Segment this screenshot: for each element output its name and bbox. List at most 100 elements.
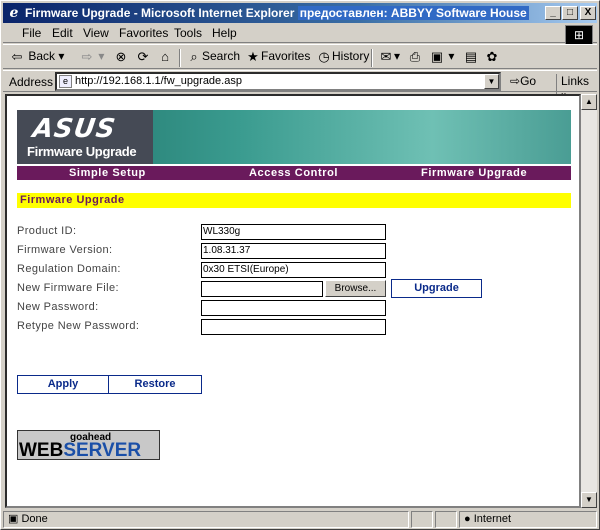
menu-view[interactable]: View xyxy=(83,26,109,40)
go-button[interactable]: ⇨Go xyxy=(510,74,536,88)
regulation-domain-field[interactable]: 0x30 ETSI(Europe) xyxy=(201,262,386,278)
globe-icon: ● xyxy=(464,513,471,525)
print-icon: ⎙ xyxy=(409,49,421,64)
home-button[interactable]: ⌂ xyxy=(157,49,173,65)
status-cell-2 xyxy=(411,511,433,528)
restore-button[interactable]: Restore xyxy=(108,375,202,394)
messenger-icon: ✿ xyxy=(486,49,498,64)
status-bar: ▣ Done ● Internet xyxy=(3,510,597,529)
refresh-icon: ⟳ xyxy=(137,49,149,64)
back-arrow-icon: ⇦ xyxy=(11,49,23,64)
menu-help[interactable]: Help xyxy=(212,26,237,40)
print-button[interactable]: ⎙ xyxy=(407,49,423,65)
forward-arrow-icon: ⇨ xyxy=(81,49,93,64)
favorites-button[interactable]: ★ Favorites xyxy=(245,49,310,65)
page-icon: e xyxy=(59,75,72,88)
webserver-text: WEBSERVER xyxy=(19,440,142,460)
address-bar: Address e http://192.168.1.1/fw_upgrade.… xyxy=(3,70,597,102)
messenger-button[interactable]: ✿ xyxy=(484,49,500,65)
back-button[interactable]: ⇦ Back ▾ xyxy=(9,49,65,65)
window-title-prefix: Firmware Upgrade - Microsoft Internet Ex… xyxy=(25,6,298,20)
browser-window: e Firmware Upgrade - Microsoft Internet … xyxy=(0,0,600,530)
logo-subtitle: Firmware Upgrade xyxy=(27,144,137,159)
product-id-field[interactable]: WL330g xyxy=(201,224,386,240)
history-label: History xyxy=(332,49,370,64)
goahead-webserver-logo: goahead WEBSERVER xyxy=(17,430,160,460)
edit-button[interactable]: ▣ ▾ xyxy=(429,49,455,65)
page-done-icon: ▣ xyxy=(8,513,19,525)
upgrade-button[interactable]: Upgrade xyxy=(391,279,482,298)
menu-tools[interactable]: Tools xyxy=(174,26,202,40)
ie-icon: e xyxy=(9,5,19,21)
chevron-down-icon[interactable]: ▼ xyxy=(484,74,499,89)
home-icon: ⌂ xyxy=(161,49,169,64)
new-firmware-file-label: New Firmware File: xyxy=(17,282,119,294)
stop-icon: ⊗ xyxy=(115,49,127,64)
close-button[interactable]: X xyxy=(580,6,596,20)
web-text: WEB xyxy=(19,440,64,460)
logo-brand: ASUS xyxy=(30,114,118,144)
address-input[interactable]: e http://192.168.1.1/fw_upgrade.asp ▼ xyxy=(55,72,501,91)
links-label: Links xyxy=(561,74,590,88)
retype-password-label: Retype New Password: xyxy=(17,320,140,332)
refresh-button[interactable]: ⟳ xyxy=(135,49,151,65)
menu-edit[interactable]: Edit xyxy=(52,26,73,40)
discuss-button[interactable]: ▤ xyxy=(463,49,479,65)
back-label: Back xyxy=(28,49,56,64)
vertical-scrollbar[interactable]: ▲ ▼ xyxy=(581,94,597,508)
title-bar: e Firmware Upgrade - Microsoft Internet … xyxy=(3,3,597,23)
header-banner: ASUS Firmware Upgrade xyxy=(17,110,571,164)
nav-bar: Simple Setup Access Control Firmware Upg… xyxy=(17,166,571,180)
status-text: Done xyxy=(21,513,48,525)
asus-logo: ASUS Firmware Upgrade xyxy=(17,110,153,164)
forward-button[interactable]: ⇨ ▾ xyxy=(79,49,105,65)
address-label: Address xyxy=(9,75,54,89)
history-button[interactable]: ◷ History xyxy=(316,49,369,65)
address-url: http://192.168.1.1/fw_upgrade.asp xyxy=(75,75,242,87)
toolbar: ⇦ Back ▾ ⇨ ▾ ⊗ ⟳ ⌂ ⌕ Search ★ Favorites ◷ H… xyxy=(3,44,597,69)
search-label: Search xyxy=(202,49,241,64)
windows-logo-icon: ⊞ xyxy=(565,25,593,45)
minimize-button[interactable]: _ xyxy=(545,6,561,20)
scroll-down-icon[interactable]: ▼ xyxy=(581,492,597,508)
regulation-domain-label: Regulation Domain: xyxy=(17,263,121,275)
stop-button[interactable]: ⊗ xyxy=(113,49,129,65)
menu-bar: File Edit View Favorites Tools Help xyxy=(3,24,597,43)
search-icon: ⌕ xyxy=(190,49,198,64)
mail-icon: ✉ xyxy=(380,49,392,64)
server-text: SERVER xyxy=(63,440,142,460)
discuss-icon: ▤ xyxy=(464,49,478,64)
apply-button[interactable]: Apply xyxy=(17,375,109,394)
status-text-cell: ▣ Done xyxy=(3,511,409,528)
new-password-label: New Password: xyxy=(17,301,99,313)
zone-text: Internet xyxy=(473,513,512,525)
nav-simple-setup[interactable]: Simple Setup xyxy=(69,166,146,180)
nav-access-control[interactable]: Access Control xyxy=(249,166,338,180)
section-title: Firmware Upgrade xyxy=(17,193,571,208)
retype-password-field[interactable] xyxy=(201,319,386,335)
firmware-version-label: Firmware Version: xyxy=(17,244,113,256)
go-label: Go xyxy=(520,74,537,88)
nav-firmware-upgrade[interactable]: Firmware Upgrade xyxy=(421,166,527,180)
edit-icon: ▣ xyxy=(430,49,444,64)
favorites-label: Favorites xyxy=(261,49,311,64)
scroll-up-icon[interactable]: ▲ xyxy=(581,94,597,110)
page-viewport: ASUS Firmware Upgrade Simple Setup Acces… xyxy=(5,94,581,508)
new-password-field[interactable] xyxy=(201,300,386,316)
zone-cell: ● Internet xyxy=(459,511,597,528)
search-button[interactable]: ⌕ Search xyxy=(186,49,240,65)
go-arrow-icon: ⇨ xyxy=(510,74,521,88)
maximize-button[interactable]: □ xyxy=(562,6,578,20)
new-firmware-file-input[interactable] xyxy=(201,281,323,297)
browse-button[interactable]: Browse... xyxy=(325,280,386,297)
product-id-label: Product ID: xyxy=(17,225,77,237)
window-title: Firmware Upgrade - Microsoft Internet Ex… xyxy=(25,3,529,23)
menu-file[interactable]: File xyxy=(22,26,41,40)
window-title-selected: предоставлен: ABBYY Software House xyxy=(297,6,529,20)
mail-button[interactable]: ✉ ▾ xyxy=(378,49,400,65)
firmware-version-field[interactable]: 1.08.31.37 xyxy=(201,243,386,259)
favorites-icon: ★ xyxy=(247,49,259,64)
menu-favorites[interactable]: Favorites xyxy=(119,26,168,40)
status-cell-3 xyxy=(435,511,457,528)
history-icon: ◷ xyxy=(318,49,330,64)
